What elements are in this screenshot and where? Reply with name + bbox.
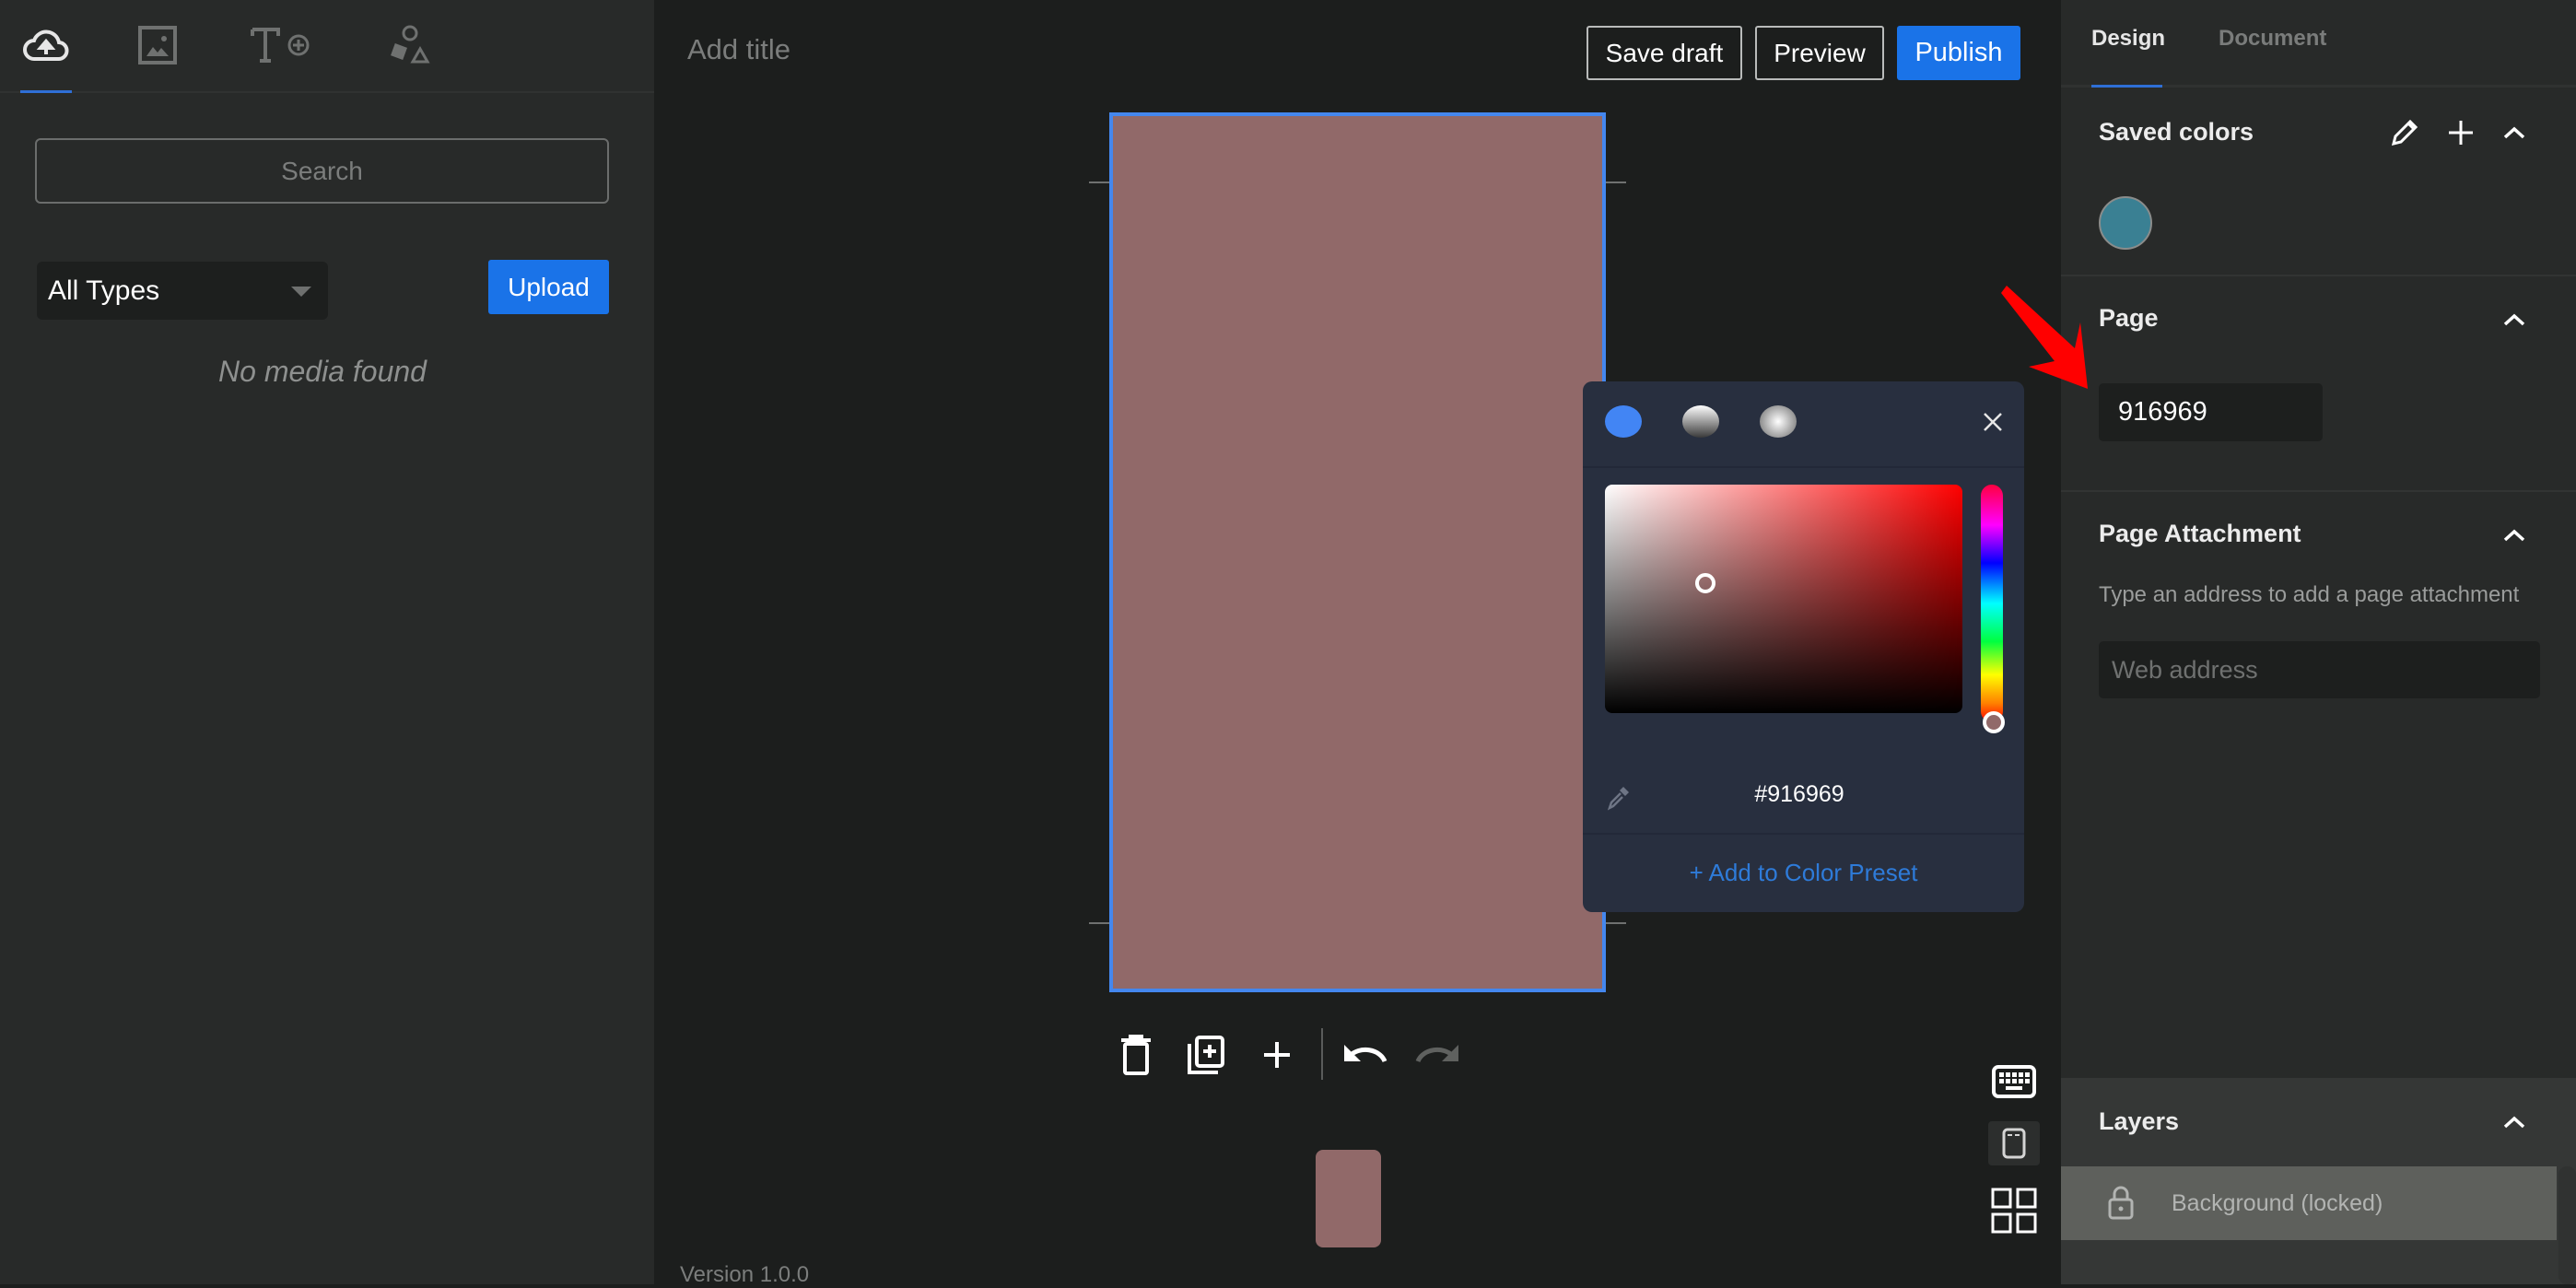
- close-icon[interactable]: [1980, 409, 2006, 435]
- toolbar-divider: [1321, 1028, 1323, 1080]
- duplicate-page-icon: [1188, 1036, 1224, 1074]
- page-color-hex-field[interactable]: [2099, 383, 2323, 441]
- saved-color-swatch[interactable]: [2099, 196, 2152, 250]
- title-input[interactable]: [687, 33, 1240, 66]
- layer-label: Background (locked): [2172, 1189, 2383, 1216]
- sidebar-tabs: [0, 0, 654, 93]
- saturation-value-handle[interactable]: [1694, 572, 1715, 593]
- duplicate-page-button[interactable]: [1183, 1032, 1229, 1078]
- annotation-arrow-icon: [2001, 286, 2088, 389]
- preview-button[interactable]: Preview: [1755, 26, 1884, 80]
- eyedropper-icon[interactable]: [1605, 783, 1633, 811]
- add-to-color-preset-button[interactable]: + Add to Color Preset: [1583, 859, 2024, 887]
- tab-document[interactable]: Document: [2219, 26, 2326, 52]
- collapse-layers-button[interactable]: [2498, 1106, 2531, 1139]
- hex-color-input[interactable]: [1684, 781, 1914, 808]
- tab-shapes[interactable]: [387, 22, 433, 68]
- plus-icon: [1264, 1042, 1290, 1068]
- add-text-icon: [251, 28, 310, 63]
- page-thumbnail[interactable]: [1316, 1150, 1381, 1247]
- page-attachment-title: Page Attachment: [2099, 520, 2301, 547]
- layers-title: Layers: [2099, 1107, 2180, 1135]
- tab-design[interactable]: Design: [2091, 26, 2165, 52]
- redo-button[interactable]: [1414, 1032, 1460, 1078]
- active-tab-indicator: [2091, 85, 2162, 88]
- right-panel: Design Document Saved colors Page Page A…: [2061, 0, 2576, 1284]
- left-sidebar: All Types Upload No media found: [0, 0, 654, 1284]
- hue-slider[interactable]: [1981, 485, 2003, 722]
- edit-saved-colors-button[interactable]: [2388, 116, 2421, 149]
- collapse-page-attachment-button[interactable]: [2498, 519, 2531, 552]
- saved-colors-title: Saved colors: [2099, 118, 2254, 146]
- cloud-upload-icon: [23, 29, 69, 61]
- solid-mode-button[interactable]: [1605, 405, 1642, 438]
- layer-item[interactable]: Background (locked): [2061, 1166, 2557, 1240]
- page-color-input: [2099, 383, 2323, 441]
- undo-button[interactable]: [1342, 1032, 1388, 1078]
- page-section-title: Page: [2099, 304, 2159, 332]
- section-divider: [2061, 490, 2576, 492]
- chevron-up-icon: [2503, 529, 2525, 542]
- tab-text[interactable]: [249, 22, 313, 68]
- publish-button[interactable]: Publish: [1897, 26, 2020, 80]
- type-filter-value: All Types: [48, 275, 160, 306]
- guide-line: [1606, 922, 1626, 924]
- image-icon: [138, 26, 177, 64]
- delete-page-button[interactable]: [1113, 1032, 1159, 1078]
- redo-icon: [1415, 1045, 1458, 1063]
- guide-line: [1606, 181, 1626, 183]
- add-page-button[interactable]: [1254, 1032, 1300, 1078]
- upload-button[interactable]: Upload: [488, 260, 609, 314]
- guide-line: [1089, 181, 1109, 183]
- chevron-up-icon: [2503, 1116, 2525, 1129]
- color-picker-popup: + Add to Color Preset: [1583, 381, 2024, 912]
- layers-section: Layers Background (locked): [2061, 1078, 2576, 1284]
- caret-down-icon: [291, 287, 311, 297]
- lock-icon: [2108, 1186, 2134, 1220]
- save-draft-button[interactable]: Save draft: [1587, 26, 1742, 80]
- saturation-value-area[interactable]: [1605, 485, 1962, 713]
- media-search-input[interactable]: [35, 138, 609, 204]
- section-divider: [2061, 275, 2576, 276]
- undo-icon: [1344, 1045, 1388, 1063]
- hue-slider-handle[interactable]: [1983, 711, 2005, 733]
- mobile-view-icon: [2002, 1128, 2026, 1159]
- type-filter-dropdown[interactable]: All Types: [37, 262, 328, 320]
- trash-icon: [1121, 1035, 1151, 1075]
- canvas-page[interactable]: [1109, 112, 1606, 992]
- chevron-up-icon: [2503, 126, 2525, 139]
- active-tab-indicator: [20, 90, 72, 93]
- keyboard-icon: [1992, 1065, 2036, 1098]
- keyboard-shortcuts-button[interactable]: [1988, 1059, 2040, 1105]
- grid-view-icon: [1991, 1188, 2037, 1234]
- chevron-up-icon: [2503, 313, 2525, 326]
- tab-uploads[interactable]: [20, 22, 72, 68]
- plus-icon: [2449, 121, 2473, 145]
- layers-scrollbar[interactable]: [2558, 1166, 2576, 1284]
- shapes-icon: [391, 25, 430, 64]
- radial-gradient-mode-button[interactable]: [1760, 405, 1797, 438]
- mobile-view-button[interactable]: [1988, 1121, 2040, 1165]
- divider: [1583, 466, 2024, 468]
- pencil-icon: [2391, 119, 2418, 146]
- guide-line: [1089, 922, 1109, 924]
- web-address-input[interactable]: [2099, 641, 2540, 698]
- divider: [1583, 833, 2024, 835]
- grid-view-button[interactable]: [1988, 1188, 2040, 1234]
- collapse-page-button[interactable]: [2498, 303, 2531, 336]
- page-attachment-description: Type an address to add a page attachment: [2099, 582, 2520, 607]
- empty-media-message: No media found: [218, 355, 427, 388]
- collapse-saved-colors-button[interactable]: [2498, 116, 2531, 149]
- linear-gradient-mode-button[interactable]: [1682, 405, 1719, 438]
- add-saved-color-button[interactable]: [2444, 116, 2477, 149]
- tab-media[interactable]: [135, 22, 181, 68]
